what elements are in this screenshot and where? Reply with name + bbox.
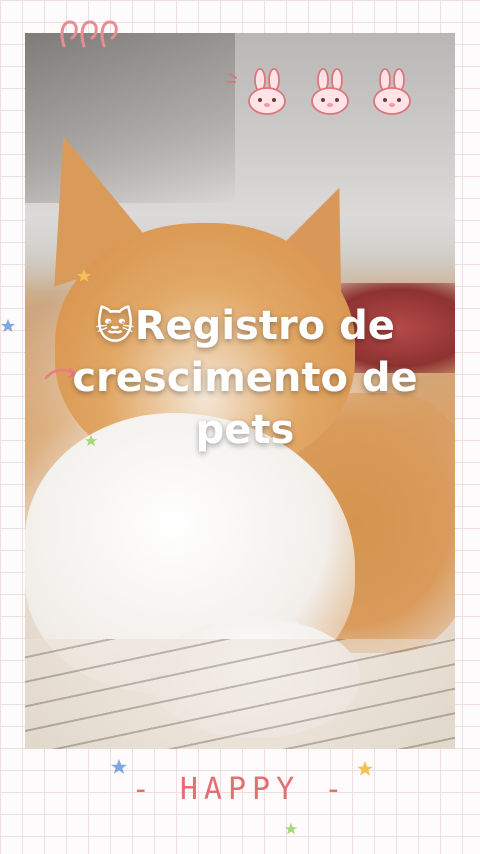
page-title: 🐱Registro de crescimento de pets — [40, 300, 450, 456]
blue-star-icon — [1, 319, 15, 332]
happy-caption: - HAPPY - — [131, 772, 349, 807]
bunny-icon — [248, 68, 286, 115]
cat-face-icon: 🐱 — [95, 304, 135, 348]
bunny-icon — [373, 68, 411, 115]
green-star-icon — [284, 822, 298, 835]
bunny-icon — [311, 68, 349, 115]
sparkle-lines-icon — [227, 73, 237, 83]
pink-swirl-icon — [60, 20, 118, 48]
yellow-star-icon — [77, 269, 91, 282]
